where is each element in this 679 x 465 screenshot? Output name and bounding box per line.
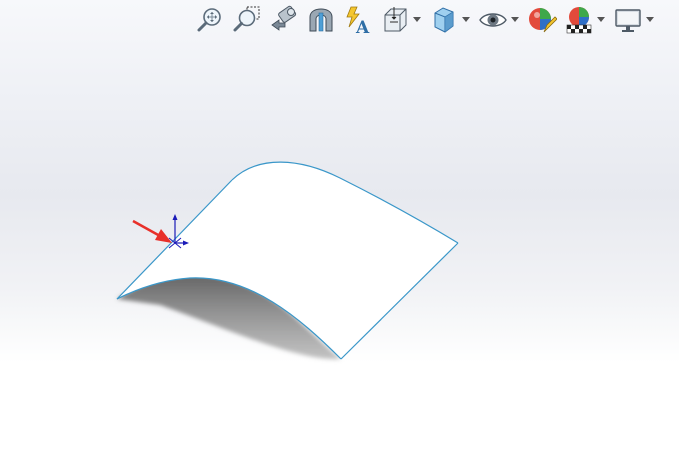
svg-text:A: A: [355, 18, 370, 35]
view-settings-button[interactable]: [612, 4, 644, 36]
heads-up-view-toolbar: A: [194, 3, 661, 37]
hide-show-items-dropdown[interactable]: [510, 4, 520, 36]
chevron-down-icon: [511, 17, 519, 22]
zoom-to-area-icon: [233, 6, 260, 32]
display-style-button[interactable]: [428, 4, 460, 36]
dynamic-annotation-button[interactable]: A: [342, 4, 374, 36]
chevron-down-icon: [462, 17, 470, 22]
view-orientation-button[interactable]: [379, 4, 411, 36]
display-style-icon: [434, 7, 454, 33]
display-style-dropdown[interactable]: [461, 4, 471, 36]
view-orientation-icon: [384, 7, 407, 32]
section-view-icon: [309, 8, 333, 32]
hide-show-items-button[interactable]: [477, 4, 509, 36]
zoom-to-fit-icon: [197, 8, 221, 32]
view-orientation-dropdown[interactable]: [412, 4, 422, 36]
chevron-down-icon: [597, 17, 605, 22]
apply-scene-button[interactable]: [563, 4, 595, 36]
graphics-area[interactable]: A: [0, 0, 679, 465]
edit-appearance-icon: [529, 8, 557, 33]
zoom-to-area-button[interactable]: [231, 4, 263, 36]
monitor-icon: [615, 9, 641, 32]
view-settings-dropdown[interactable]: [645, 4, 655, 36]
apply-scene-dropdown[interactable]: [596, 4, 606, 36]
dynamic-annotation-icon: A: [346, 6, 370, 35]
pointer-arrow: [132, 219, 172, 243]
section-view-button[interactable]: [305, 4, 337, 36]
edit-appearance-button[interactable]: [526, 4, 558, 36]
previous-view-button[interactable]: [268, 4, 300, 36]
apply-scene-icon: [566, 7, 592, 34]
eye-icon: [479, 13, 507, 27]
chevron-down-icon: [646, 17, 654, 22]
chevron-down-icon: [413, 17, 421, 22]
zoom-to-fit-button[interactable]: [194, 4, 226, 36]
model-canvas[interactable]: [0, 0, 679, 465]
previous-view-icon: [271, 5, 297, 31]
